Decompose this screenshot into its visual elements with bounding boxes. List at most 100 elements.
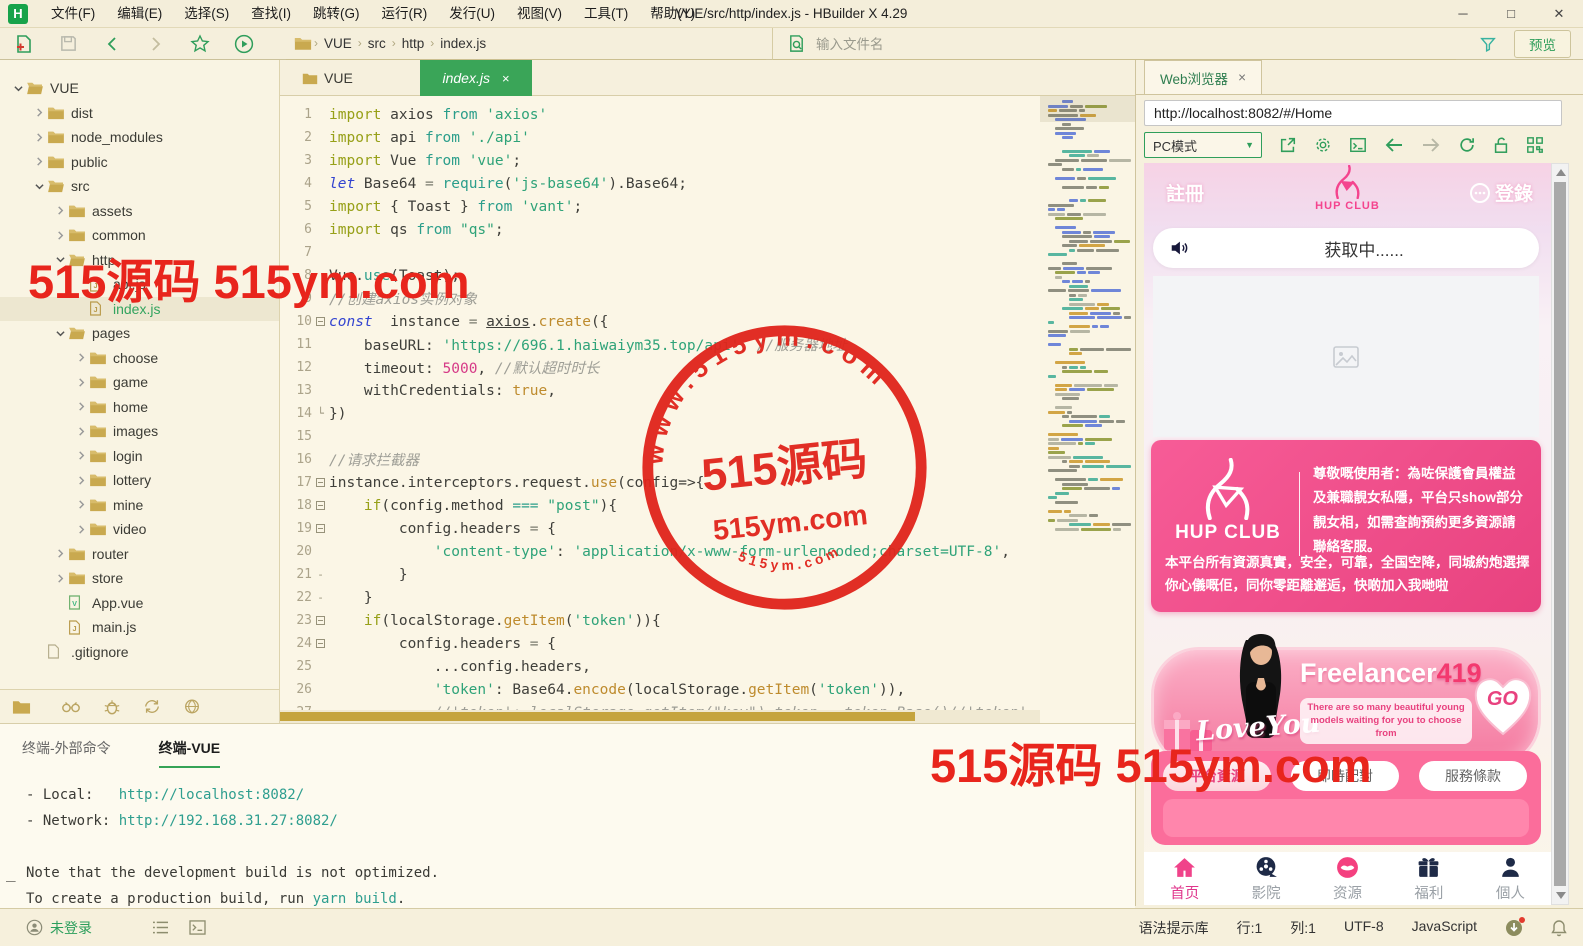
chevron-right-icon[interactable] <box>52 549 68 558</box>
star-icon[interactable] <box>188 32 212 56</box>
chevron-down-icon[interactable] <box>31 182 47 191</box>
menu-工具[interactable]: 工具(T) <box>573 0 639 28</box>
chevron-right-icon[interactable] <box>73 525 89 534</box>
menu-帮助[interactable]: 帮助(Y) <box>639 0 706 28</box>
code-line-4[interactable]: 4let Base64 = require('js-base64').Base6… <box>280 172 1040 195</box>
code-line-13[interactable]: 13 withCredentials: true, <box>280 379 1040 402</box>
browser-scrollbar-thumb[interactable] <box>1554 182 1566 886</box>
app-tab-资源[interactable]: 资源 <box>1307 852 1388 905</box>
code-line-20[interactable]: 20 'content-type': 'application/x-www-fo… <box>280 540 1040 563</box>
code-line-24[interactable]: 24 config.headers = { <box>280 632 1040 655</box>
pill-服務條款[interactable]: 服務條款 <box>1419 761 1527 791</box>
tree-item-images[interactable]: images <box>0 419 279 444</box>
url-bar[interactable]: http://localhost:8082/#/Home <box>1144 100 1562 126</box>
chevron-down-icon[interactable] <box>52 329 68 338</box>
open-external-icon[interactable] <box>1279 136 1297 154</box>
announcement-bar[interactable]: 获取中...... <box>1153 228 1539 268</box>
terminal-link[interactable]: http://192.168.31.27:8082/ <box>119 813 338 829</box>
tab-indexjs[interactable]: index.js × <box>420 60 532 96</box>
debug-panel-icon[interactable] <box>103 698 121 715</box>
tree-item-dist[interactable]: dist <box>0 101 279 126</box>
chevron-right-icon[interactable] <box>73 476 89 485</box>
code-line-15[interactable]: 15 <box>280 425 1040 448</box>
chevron-right-icon[interactable] <box>52 206 68 215</box>
code-line-26[interactable]: 26 'token': Base64.encode(localStorage.g… <box>280 678 1040 701</box>
menu-跳转[interactable]: 跳转(G) <box>302 0 371 28</box>
settings-gear-icon[interactable] <box>1314 136 1332 154</box>
tree-item-public[interactable]: public <box>0 150 279 175</box>
code-line-16[interactable]: 16//请求拦截器 <box>280 448 1040 471</box>
fold-icon[interactable] <box>312 524 329 533</box>
chevron-right-icon[interactable] <box>73 500 89 509</box>
code-line-27[interactable]: 27 //'token': localStorage.getItem("key"… <box>280 701 1040 710</box>
tree-item-node_modules[interactable]: node_modules <box>0 125 279 150</box>
breadcrumb-item-src[interactable]: src <box>368 36 386 51</box>
chevron-right-icon[interactable] <box>73 451 89 460</box>
tree-item-video[interactable]: video <box>0 517 279 542</box>
account-icon[interactable] <box>26 919 43 936</box>
code-line-9[interactable]: 9//创建axios实例对象 <box>280 287 1040 310</box>
tab-terminal-vue[interactable]: 终端-VUE <box>159 738 220 768</box>
code-line-19[interactable]: 19 config.headers = { <box>280 517 1040 540</box>
project-panel-icon[interactable] <box>12 699 31 715</box>
breadcrumb-item-http[interactable]: http <box>402 36 425 51</box>
code-area[interactable]: 1import axios from 'axios'2import api fr… <box>280 96 1040 710</box>
terminal-output[interactable]: - Local: http://localhost:8082/- Network… <box>0 768 1135 912</box>
pill-平台資源[interactable]: 平台資源 <box>1163 761 1271 791</box>
file-search[interactable]: 输入文件名 <box>772 28 1456 60</box>
code-line-7[interactable]: 7 <box>280 241 1040 264</box>
code-line-25[interactable]: 25 ...config.headers, <box>280 655 1040 678</box>
fold-icon[interactable] <box>312 639 329 648</box>
code-line-6[interactable]: 6import qs from "qs"; <box>280 218 1040 241</box>
minimap[interactable] <box>1040 96 1135 710</box>
tree-item-store[interactable]: store <box>0 566 279 591</box>
preview-button[interactable]: 预览 <box>1514 30 1571 58</box>
terminal-link[interactable]: http://localhost:8082/ <box>119 787 304 803</box>
menu-运行[interactable]: 运行(R) <box>371 0 439 28</box>
horizontal-scrollbar-thumb[interactable] <box>280 712 915 721</box>
fold-icon[interactable] <box>312 478 329 487</box>
save-icon[interactable] <box>56 32 80 56</box>
chevron-right-icon[interactable] <box>73 378 89 387</box>
tree-item-lottery[interactable]: lottery <box>0 468 279 493</box>
tree-item-common[interactable]: common <box>0 223 279 248</box>
device-mode-select[interactable]: PC模式▼ <box>1144 132 1262 158</box>
nav-forward-icon[interactable] <box>1421 137 1441 153</box>
tab-terminal-external[interactable]: 终端-外部命令 <box>22 738 111 768</box>
close-button[interactable]: ✕ <box>1535 0 1583 28</box>
promo-banner[interactable]: LoveYou Freelancer419 There are so many … <box>1151 647 1541 767</box>
status-item-JavaScript[interactable]: JavaScript <box>1412 918 1477 938</box>
tree-item-choose[interactable]: choose <box>0 346 279 371</box>
status-item-行:1[interactable]: 行:1 <box>1237 918 1263 938</box>
login-link[interactable]: 登錄 <box>1469 179 1533 206</box>
tree-item-App.vue[interactable]: VApp.vue <box>0 591 279 616</box>
menu-查找[interactable]: 查找(I) <box>240 0 302 28</box>
code-line-3[interactable]: 3import Vue from 'vue'; <box>280 149 1040 172</box>
chevron-right-icon[interactable] <box>31 133 47 142</box>
scroll-down-arrow[interactable] <box>1556 892 1566 899</box>
chevron-right-icon[interactable] <box>73 353 89 362</box>
chevron-right-icon[interactable] <box>31 108 47 117</box>
code-line-5[interactable]: 5import { Toast } from 'vant'; <box>280 195 1040 218</box>
maximize-button[interactable]: □ <box>1487 0 1535 28</box>
search-panel-icon[interactable] <box>61 699 81 715</box>
tree-item-main.js[interactable]: Jmain.js <box>0 615 279 640</box>
refresh-icon[interactable] <box>1458 136 1476 154</box>
code-line-8[interactable]: 8Vue.use(Toast); <box>280 264 1040 287</box>
code-line-18[interactable]: 18 if(config.method === "post"){ <box>280 494 1040 517</box>
minimize-button[interactable]: ─ <box>1439 0 1487 28</box>
register-link[interactable]: 註冊 <box>1166 179 1204 206</box>
tree-item-http[interactable]: http <box>0 248 279 273</box>
tree-item-login[interactable]: login <box>0 444 279 469</box>
breadcrumb-item-index.js[interactable]: index.js <box>440 36 486 51</box>
app-tab-福利[interactable]: 福利 <box>1388 852 1469 905</box>
console-icon[interactable] <box>189 920 206 935</box>
fold-icon[interactable] <box>312 616 329 625</box>
outline-icon[interactable] <box>152 920 169 935</box>
tree-item-src[interactable]: src <box>0 174 279 199</box>
bell-icon[interactable] <box>1551 919 1567 937</box>
status-item-语法提示库[interactable]: 语法提示库 <box>1139 918 1209 938</box>
fold-icon[interactable] <box>312 501 329 510</box>
chevron-down-icon[interactable] <box>52 255 68 264</box>
code-line-17[interactable]: 17instance.interceptors.request.use(conf… <box>280 471 1040 494</box>
